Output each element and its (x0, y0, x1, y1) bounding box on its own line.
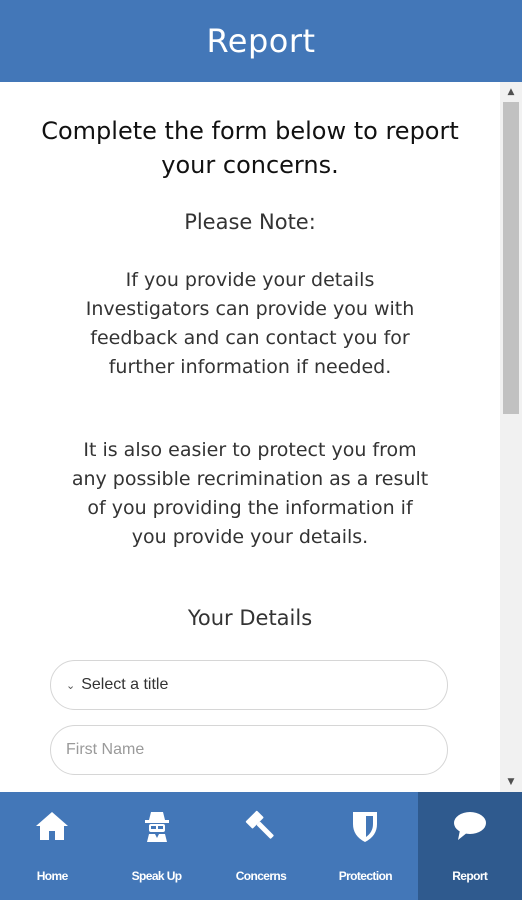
speech-bubble-icon (453, 812, 486, 840)
scroll-up-arrow-icon[interactable]: ▲ (500, 84, 522, 100)
tab-speak-up[interactable]: Speak Up (104, 792, 208, 900)
tab-home-label: Home (36, 869, 69, 883)
intro-heading: Complete the form below to report your c… (41, 117, 459, 179)
scroll-down-arrow-icon[interactable]: ▼ (500, 774, 522, 790)
tab-speak-up-label: Speak Up (131, 869, 182, 883)
chevron-down-icon: ⌄ (66, 679, 76, 692)
your-details-heading: Your Details (187, 606, 313, 630)
note-heading: Please Note: (184, 210, 316, 234)
scrollbar-thumb[interactable] (503, 102, 519, 414)
tab-report-label: Report (452, 869, 488, 883)
bottom-tab-bar: Home Speak Up Concerns Protection Report (0, 792, 522, 900)
tab-report[interactable]: Report (417, 792, 522, 900)
tab-protection[interactable]: Protection (313, 792, 417, 900)
title-select[interactable]: ⌄ Select a title (50, 660, 448, 710)
home-icon (36, 812, 69, 840)
report-form-content[interactable]: Complete the form below to report your c… (0, 82, 500, 792)
app-header: Report (0, 0, 522, 82)
title-select-value: Select a title (81, 676, 169, 693)
page-title: Report (206, 22, 316, 60)
scrollbar[interactable]: ▲ ▼ (500, 82, 522, 792)
first-name-field[interactable] (66, 741, 447, 759)
note-paragraph-2: It is also easier to protect you from an… (71, 439, 429, 548)
shield-icon (353, 812, 378, 842)
gavel-icon (245, 810, 274, 839)
tab-protection-label: Protection (338, 869, 393, 883)
first-name-field-wrapper[interactable] (50, 725, 448, 775)
tab-concerns[interactable]: Concerns (209, 792, 313, 900)
spy-icon (144, 812, 169, 842)
tab-concerns-label: Concerns (235, 869, 287, 883)
tab-home[interactable]: Home (0, 792, 104, 900)
note-paragraph-1: If you provide your details Investigator… (85, 269, 415, 378)
